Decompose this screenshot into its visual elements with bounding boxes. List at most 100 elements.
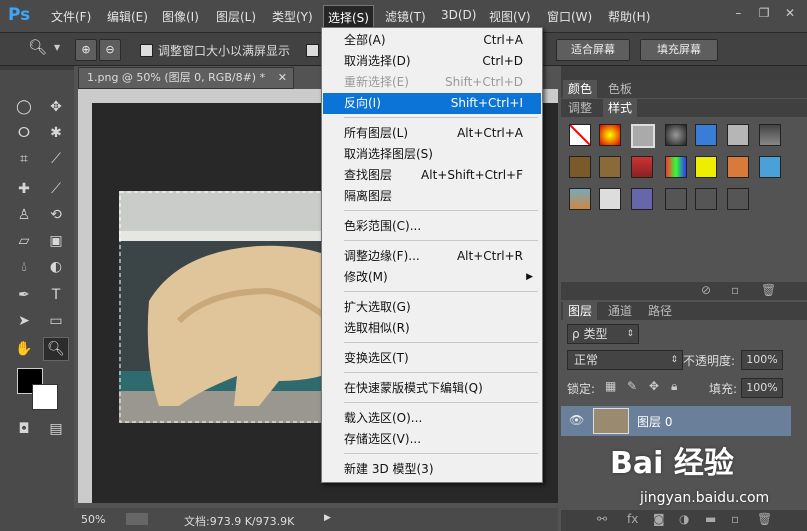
tab-swatches[interactable]: 色板 xyxy=(603,80,637,98)
fx-icon[interactable]: fx xyxy=(627,512,638,526)
move-icon[interactable]: ✥ xyxy=(44,96,68,118)
new-layer-icon[interactable]: ▫ xyxy=(731,512,739,526)
delete-layer-icon[interactable]: 🗑︎ xyxy=(757,512,772,526)
stamp-icon[interactable]: ♙ xyxy=(12,204,36,226)
menu-item-new-3d-model[interactable]: 新建 3D 模型(3) xyxy=(323,459,541,480)
type-icon[interactable]: T xyxy=(44,284,68,306)
background-color[interactable] xyxy=(32,384,58,410)
tab-channels[interactable]: 通道 xyxy=(603,302,637,320)
style-swatch[interactable] xyxy=(631,124,655,148)
style-swatch[interactable] xyxy=(759,156,781,178)
menu-view[interactable]: 视图(V) xyxy=(489,8,531,25)
style-swatch[interactable] xyxy=(599,124,621,146)
quick-mask-icon[interactable]: ◘ xyxy=(12,418,36,440)
menu-item-load-selection[interactable]: 载入选区(O)... xyxy=(323,408,541,429)
style-swatch[interactable] xyxy=(665,188,687,210)
close-icon[interactable]: ✕ xyxy=(779,6,801,20)
hand-icon[interactable]: ✋ xyxy=(12,338,36,360)
style-swatch[interactable] xyxy=(727,188,749,210)
lock-position-icon[interactable]: ✥ xyxy=(649,379,659,393)
layer-row[interactable]: 👁︎ 图层 0 xyxy=(561,406,791,436)
blur-icon[interactable]: 💧︎ xyxy=(12,256,36,278)
zoom-all-checkbox[interactable] xyxy=(306,44,319,57)
layer-name[interactable]: 图层 0 xyxy=(637,413,672,430)
style-none-swatch[interactable] xyxy=(569,124,591,146)
lasso-icon[interactable]: ⵔ xyxy=(12,122,36,144)
fill-input[interactable]: 100% xyxy=(741,378,783,398)
tab-layers[interactable]: 图层 xyxy=(563,302,598,320)
clear-style-icon[interactable]: ⊘ xyxy=(701,283,711,297)
tab-styles[interactable]: 样式 xyxy=(603,99,638,117)
menu-image[interactable]: 图像(I) xyxy=(162,8,199,25)
menu-filter[interactable]: 滤镜(T) xyxy=(385,8,426,25)
marquee-icon[interactable]: ◯ xyxy=(12,96,36,118)
fit-screen-button[interactable]: 适合屏幕 xyxy=(556,39,630,61)
mask-icon[interactable]: ◙ xyxy=(653,512,665,526)
pen-icon[interactable]: ✒ xyxy=(12,284,36,306)
document-tab[interactable]: 1.png @ 50% (图层 0, RGB/8#) * ✕ xyxy=(78,67,294,89)
menu-item-find-layers[interactable]: 查找图层 Alt+Shift+Ctrl+F xyxy=(323,165,541,186)
lock-all-icon[interactable]: 🔒︎ xyxy=(671,379,677,394)
menu-item-quick-mask[interactable]: 在快速蒙版模式下编辑(Q) xyxy=(323,378,541,399)
menu-type[interactable]: 类型(Y) xyxy=(272,8,313,25)
rectangle-icon[interactable]: ▭ xyxy=(44,310,68,332)
style-swatch[interactable] xyxy=(727,156,749,178)
style-swatch[interactable] xyxy=(569,156,591,178)
menu-item-inverse[interactable]: 反向(I) Shift+Ctrl+I xyxy=(323,93,541,114)
style-swatch[interactable] xyxy=(569,188,591,210)
restore-icon[interactable]: ❐ xyxy=(753,6,775,20)
eyedropper-icon[interactable]: ⟋ xyxy=(44,148,68,170)
fill-screen-button[interactable]: 填充屏幕 xyxy=(640,39,718,61)
style-swatch[interactable] xyxy=(759,124,781,146)
menu-item-deselect[interactable]: 取消选择(D) Ctrl+D xyxy=(323,51,541,72)
menu-help[interactable]: 帮助(H) xyxy=(608,8,650,25)
style-swatch[interactable] xyxy=(631,156,653,178)
style-swatch[interactable] xyxy=(727,124,749,146)
fit-window-checkbox[interactable] xyxy=(140,44,153,57)
style-swatch[interactable] xyxy=(695,156,717,178)
menu-item-isolate-layers[interactable]: 隔离图层 xyxy=(323,186,541,207)
menu-edit[interactable]: 编辑(E) xyxy=(107,8,148,25)
zoom-out-icon[interactable]: ⊖ xyxy=(99,39,121,61)
tab-adjust[interactable]: 调整 xyxy=(563,99,597,117)
tools-grip[interactable] xyxy=(0,66,74,70)
magic-wand-icon[interactable]: ✱ xyxy=(44,122,68,144)
style-swatch[interactable] xyxy=(665,124,687,146)
zoom-in-icon[interactable]: ⊕ xyxy=(75,39,97,61)
gradient-icon[interactable]: ▣ xyxy=(44,230,68,252)
style-swatch[interactable] xyxy=(695,188,717,210)
eraser-icon[interactable]: ▱ xyxy=(12,230,36,252)
new-style-icon[interactable]: ▫ xyxy=(731,283,739,297)
status-menu-arrow-icon[interactable]: ▶ xyxy=(324,513,331,523)
chevron-down-icon[interactable]: ▼ xyxy=(54,43,60,52)
menu-item-select-all[interactable]: 全部(A) Ctrl+A xyxy=(323,30,541,51)
crop-icon[interactable]: ⌗ xyxy=(12,148,36,170)
close-icon[interactable]: ✕ xyxy=(278,68,287,88)
lock-transparent-icon[interactable]: ▦ xyxy=(605,379,616,393)
panel-dock-header[interactable] xyxy=(561,66,807,80)
dodge-icon[interactable]: ◐ xyxy=(44,256,68,278)
history-brush-icon[interactable]: ⟲ xyxy=(44,204,68,226)
menu-item-modify[interactable]: 修改(M) ▶ xyxy=(323,267,541,288)
style-swatch[interactable] xyxy=(599,188,621,210)
menu-layer[interactable]: 图层(L) xyxy=(216,8,256,25)
tab-paths[interactable]: 路径 xyxy=(643,302,677,320)
menu-item-color-range[interactable]: 色彩范围(C)... xyxy=(323,216,541,237)
style-swatch[interactable] xyxy=(665,156,687,178)
delete-style-icon[interactable]: 🗑︎ xyxy=(761,283,776,297)
menu-3d[interactable]: 3D(D) xyxy=(441,8,476,22)
healing-icon[interactable]: ✚ xyxy=(12,178,36,200)
layer-filter-select[interactable]: ρ 类型 ⇕ xyxy=(567,324,639,344)
style-swatch[interactable] xyxy=(599,156,621,178)
menu-file[interactable]: 文件(F) xyxy=(51,8,91,25)
tab-color[interactable]: 颜色 xyxy=(563,80,598,98)
link-icon[interactable]: ⚯ xyxy=(597,512,607,526)
menu-window[interactable]: 窗口(W) xyxy=(547,8,592,25)
menu-item-refine-edge[interactable]: 调整边缘(F)... Alt+Ctrl+R xyxy=(323,246,541,267)
folder-icon[interactable]: ▬ xyxy=(705,512,716,526)
lock-pixels-icon[interactable]: ✎ xyxy=(627,379,637,393)
zoom-tool-icon[interactable]: 🔍︎ xyxy=(28,38,47,56)
eye-icon[interactable]: 👁︎ xyxy=(569,413,584,427)
style-swatch[interactable] xyxy=(631,188,653,210)
menu-item-reselect[interactable]: 重新选择(E) Shift+Ctrl+D xyxy=(323,72,541,93)
